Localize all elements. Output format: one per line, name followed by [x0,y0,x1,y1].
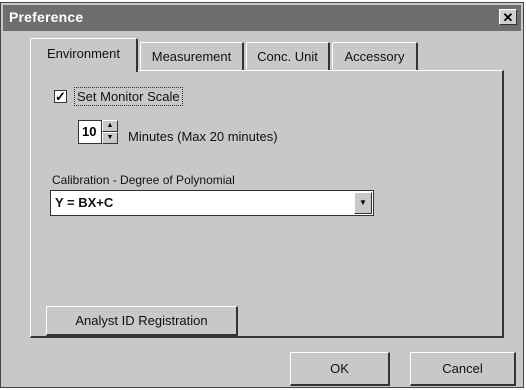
tab-environment-label: Environment [47,46,120,61]
set-monitor-scale-label[interactable]: Set Monitor Scale [74,87,183,106]
cancel-button[interactable]: Cancel [410,352,516,386]
tab-accessory-label: Accessory [344,49,405,64]
close-button[interactable]: ✕ [499,9,517,25]
tab-measurement[interactable]: Measurement [140,42,244,70]
spin-up-button[interactable]: ▲ [102,120,118,132]
polynomial-select-value: Y = BX+C [55,195,114,210]
tab-environment[interactable]: Environment [30,38,138,72]
tab-accessory[interactable]: Accessory [332,42,418,70]
monitor-minutes-input[interactable]: 10 [78,120,102,144]
minutes-label: Minutes (Max 20 minutes) [128,129,278,144]
dropdown-button[interactable]: ▼ [354,192,372,214]
arrow-down-icon: ▼ [106,134,114,141]
close-icon: ✕ [502,10,514,25]
title-bar[interactable]: Preference ✕ [3,5,521,31]
spin-down-button[interactable]: ▼ [102,132,118,144]
tab-measurement-label: Measurement [151,49,232,64]
arrow-up-icon: ▲ [106,122,114,129]
chevron-down-icon: ▼ [359,198,367,207]
checkmark-icon: ✓ [55,89,66,104]
polynomial-select[interactable]: Y = BX+C ▼ [50,190,374,216]
set-monitor-scale-checkbox[interactable]: ✓ [54,90,67,103]
tab-conc-unit-label: Conc. Unit [257,49,318,64]
analyst-id-registration-button[interactable]: Analyst ID Registration [46,306,238,336]
calibration-label: Calibration - Degree of Polynomial [52,173,235,187]
tab-conc-unit[interactable]: Conc. Unit [246,42,330,70]
dialog-title: Preference [9,9,84,25]
ok-button[interactable]: OK [290,352,390,386]
